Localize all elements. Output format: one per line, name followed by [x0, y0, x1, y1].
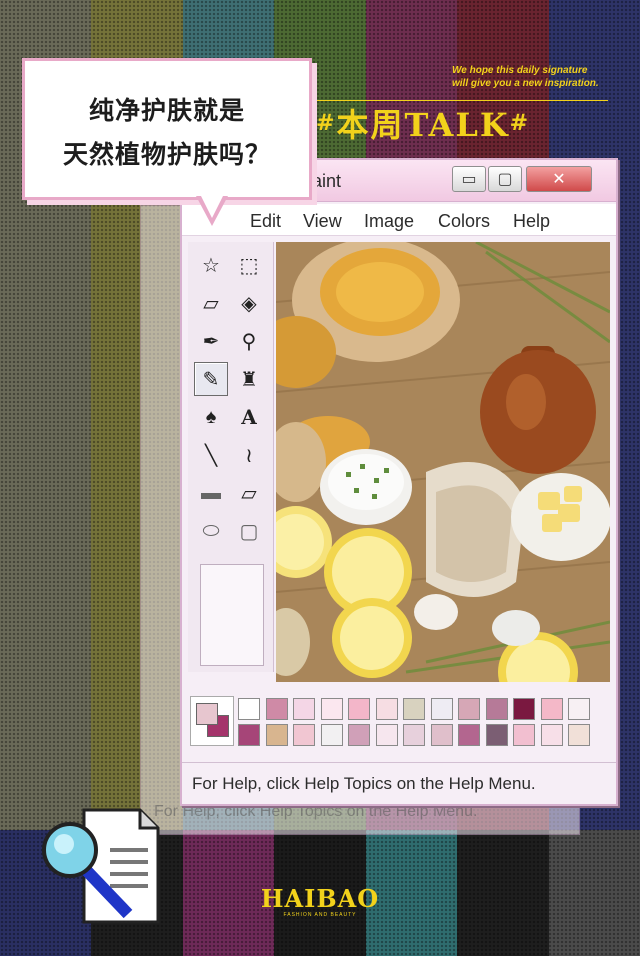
- palette-swatch[interactable]: [540, 698, 563, 720]
- tool-fill[interactable]: ◈: [232, 286, 266, 320]
- magnifier-icon: ⚲: [241, 330, 257, 353]
- palette-swatch[interactable]: [458, 724, 480, 746]
- fill-bucket-icon: ◈: [241, 292, 257, 315]
- airbrush-icon: ♠: [205, 405, 217, 428]
- palette-swatch[interactable]: [485, 698, 508, 720]
- tool-eraser[interactable]: ▱: [194, 286, 228, 320]
- palette-swatch[interactable]: [320, 724, 343, 746]
- palette-swatch[interactable]: [238, 724, 260, 746]
- hash-left: #: [316, 110, 337, 136]
- minimize-icon: ▭: [461, 171, 477, 188]
- status-bar: For Help, click Help Topics on the Help …: [182, 762, 616, 804]
- tool-text[interactable]: A: [232, 400, 266, 434]
- tool-options-panel[interactable]: [200, 564, 264, 666]
- brand-logo: HAIBAO: [260, 884, 380, 913]
- palette-swatch[interactable]: [293, 698, 315, 720]
- tool-rounded-rect[interactable]: ▢: [232, 514, 266, 548]
- bubble-line-1: 纯净护肤就是: [88, 96, 245, 125]
- tool-airbrush[interactable]: ♠: [194, 400, 228, 434]
- palette-swatch[interactable]: [293, 724, 315, 746]
- palette-swatch[interactable]: [375, 724, 398, 746]
- hash-right: #: [509, 110, 531, 136]
- palette-swatch[interactable]: [348, 724, 370, 746]
- status-help-text: For Help, click Help Topics on the Help …: [192, 774, 536, 793]
- paint-window: Paint ▭ ▢ ✕ Edit View Image Colors Help …: [180, 158, 618, 806]
- text-icon: A: [241, 405, 257, 429]
- tool-magnifier[interactable]: ⚲: [232, 324, 266, 358]
- rounded-rect-icon: ▢: [239, 520, 259, 543]
- tool-free-select[interactable]: ☆: [194, 248, 228, 282]
- rectangle-icon: ▬: [201, 481, 221, 504]
- brush-icon: ♜: [240, 368, 258, 391]
- foreground-color: [196, 703, 218, 725]
- tool-color-picker[interactable]: ✒: [194, 324, 228, 358]
- tool-brush[interactable]: ♜: [232, 362, 266, 396]
- menu-help[interactable]: Help: [513, 211, 550, 232]
- palette-swatch[interactable]: [430, 698, 453, 720]
- maximize-button[interactable]: ▢: [488, 166, 522, 192]
- palette-swatch[interactable]: [485, 724, 508, 746]
- weekly-title-text: 本周TALK: [336, 106, 510, 144]
- palette-swatch[interactable]: [458, 698, 480, 720]
- current-colors[interactable]: [190, 696, 234, 746]
- line-icon: ╲: [204, 444, 218, 467]
- palette-swatch[interactable]: [540, 724, 563, 746]
- tool-pencil[interactable]: ✎: [194, 362, 228, 396]
- tagline: We hope this daily signature will give y…: [452, 64, 622, 90]
- tool-curve[interactable]: ≀: [232, 438, 266, 472]
- tool-line[interactable]: ╲: [194, 438, 228, 472]
- tagline-line-2: will give you a new inspiration.: [452, 78, 599, 89]
- speech-bubble: 纯净护肤就是 天然植物护肤吗？: [22, 58, 312, 200]
- close-button[interactable]: ✕: [526, 166, 592, 192]
- palette-swatch[interactable]: [320, 698, 343, 720]
- weekly-talk-title: #本周TALK#: [316, 100, 616, 150]
- palette-swatch[interactable]: [265, 698, 288, 720]
- menu-colors[interactable]: Colors: [438, 211, 490, 232]
- drawing-canvas[interactable]: [276, 242, 610, 682]
- palette-swatch[interactable]: [568, 724, 590, 746]
- bubble-line-2: 天然植物护肤吗？: [62, 140, 271, 169]
- polygon-icon: ▱: [241, 482, 257, 505]
- palette-swatch[interactable]: [265, 724, 288, 746]
- tool-ellipse[interactable]: ⬭: [194, 514, 228, 548]
- eraser-icon: ▱: [203, 292, 219, 315]
- palette-swatch[interactable]: [513, 724, 535, 746]
- palette-swatch[interactable]: [430, 724, 453, 746]
- palette-swatch[interactable]: [403, 724, 425, 746]
- palette-swatch[interactable]: [568, 698, 590, 720]
- ellipse-icon: ⬭: [202, 519, 220, 542]
- bubble-tail-inner: [200, 194, 224, 218]
- palette-swatch[interactable]: [513, 698, 535, 720]
- palette-swatch[interactable]: [348, 698, 370, 720]
- herbal-ingredients-photo: [276, 242, 610, 682]
- tool-rect-select[interactable]: ⬚: [232, 248, 266, 282]
- menu-edit[interactable]: Edit: [250, 211, 281, 232]
- tool-rectangle[interactable]: ▬: [194, 476, 228, 510]
- color-picker-icon: ✒: [202, 330, 220, 353]
- maximize-icon: ▢: [497, 171, 513, 188]
- free-select-icon: ☆: [202, 254, 220, 277]
- menu-view[interactable]: View: [303, 211, 342, 232]
- brand-subtitle: FASHION AND BEAUTY: [283, 912, 357, 918]
- minimize-button[interactable]: ▭: [452, 166, 486, 192]
- rect-select-icon: ⬚: [239, 254, 259, 277]
- toolbox: ☆ ⬚ ▱ ◈ ✒ ⚲ ✎ ♜ ♠ A ╲ ≀ ▬ ▱ ⬭ ▢: [188, 242, 274, 672]
- curve-icon: ≀: [245, 444, 253, 467]
- tool-polygon[interactable]: ▱: [232, 476, 266, 510]
- palette-swatch[interactable]: [375, 698, 398, 720]
- pencil-icon: ✎: [202, 368, 220, 391]
- color-palette: [190, 694, 610, 754]
- menu-image[interactable]: Image: [364, 211, 414, 232]
- tagline-line-1: We hope this daily signature: [452, 65, 588, 76]
- palette-swatch[interactable]: [403, 698, 425, 720]
- palette-swatch[interactable]: [238, 698, 260, 720]
- close-icon: ✕: [552, 171, 566, 188]
- menu-bar: Edit View Image Colors Help: [182, 204, 616, 236]
